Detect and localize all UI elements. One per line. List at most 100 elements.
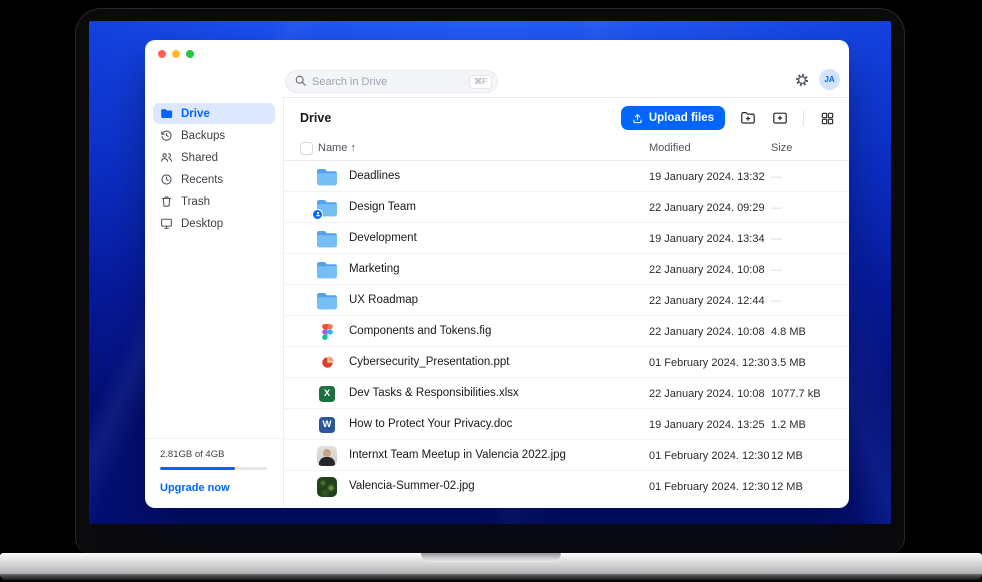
table-row[interactable]: X Dev Tasks & Responsibilities.xlsx 22 J… xyxy=(284,377,849,408)
shared-badge-icon xyxy=(312,209,323,220)
row-size: 12 MB xyxy=(771,450,803,462)
sidebar-item-desktop[interactable]: Desktop xyxy=(153,213,275,234)
image-nature-icon xyxy=(315,471,339,502)
table-row[interactable]: Marketing 22 January 2024. 10:08 — xyxy=(284,253,849,284)
laptop-base xyxy=(0,553,982,574)
page-title: Drive xyxy=(300,111,331,125)
upload-icon xyxy=(632,113,643,124)
row-size: — xyxy=(771,202,782,214)
grid-view-button[interactable] xyxy=(818,109,836,127)
upgrade-link[interactable]: Upgrade now xyxy=(160,482,267,494)
upload-files-button[interactable]: Upload files xyxy=(621,106,725,130)
row-name: UX Roadmap xyxy=(349,294,418,306)
table-row[interactable]: Development 19 January 2024. 13:34 — xyxy=(284,222,849,253)
row-name: How to Protect Your Privacy.doc xyxy=(349,418,512,430)
sidebar-item-drive[interactable]: Drive xyxy=(153,103,275,124)
sidebar-item-label: Recents xyxy=(181,174,223,186)
row-name: Components and Tokens.fig xyxy=(349,325,491,337)
file-table-rows: Deadlines 19 January 2024. 13:32 — Desig… xyxy=(284,160,849,501)
figma-icon xyxy=(315,316,339,347)
row-name: Cybersecurity_Presentation.ppt xyxy=(349,356,509,368)
table-row[interactable]: Internxt Team Meetup in Valencia 2022.jp… xyxy=(284,439,849,470)
row-name: Design Team xyxy=(349,201,416,213)
gear-icon xyxy=(794,72,810,88)
storage-usage-label: 2.81GB of 4GB xyxy=(160,449,267,460)
close-button[interactable] xyxy=(158,50,166,58)
sidebar-item-label: Trash xyxy=(181,196,210,208)
row-modified-date: 22 January 2024. 12:44 xyxy=(649,295,765,307)
powerpoint-icon xyxy=(315,347,339,378)
upload-files-label: Upload files xyxy=(649,112,714,124)
excel-icon: X xyxy=(315,378,339,409)
sidebar-item-label: Desktop xyxy=(181,218,223,230)
row-size: — xyxy=(771,295,782,307)
search-input[interactable]: Search in Drive ⌘F xyxy=(285,70,498,93)
table-row[interactable]: Deadlines 19 January 2024. 13:32 — xyxy=(284,160,849,191)
row-modified-date: 19 January 2024. 13:34 xyxy=(649,233,765,245)
image-person-icon xyxy=(315,440,339,471)
window-controls xyxy=(158,50,194,58)
row-modified-date: 01 February 2024. 12:30 xyxy=(649,357,769,369)
clock-restore-icon xyxy=(160,129,173,142)
monitor-icon xyxy=(160,217,173,230)
table-row[interactable]: Components and Tokens.fig 22 January 202… xyxy=(284,315,849,346)
laptop-base-edge xyxy=(0,574,982,580)
table-row[interactable]: Cybersecurity_Presentation.ppt 01 Februa… xyxy=(284,346,849,377)
sidebar-item-shared[interactable]: Shared xyxy=(153,147,275,168)
table-row[interactable]: Design Team 22 January 2024. 09:29 — xyxy=(284,191,849,222)
sidebar-item-label: Drive xyxy=(181,108,210,120)
row-modified-date: 22 January 2024. 10:08 xyxy=(649,388,765,400)
sidebar-item-trash[interactable]: Trash xyxy=(153,191,275,212)
row-name: Marketing xyxy=(349,263,400,275)
row-size: — xyxy=(771,233,782,245)
row-size: 4.8 MB xyxy=(771,326,806,338)
folder-icon xyxy=(160,107,173,120)
column-header-modified[interactable]: Modified xyxy=(649,142,691,154)
storage-progress-fill xyxy=(160,467,235,470)
row-modified-date: 01 February 2024. 12:30 xyxy=(649,481,769,493)
folder-plus-icon xyxy=(740,110,756,126)
folder-icon xyxy=(315,254,339,285)
folder-icon xyxy=(315,285,339,316)
sidebar-item-recents[interactable]: Recents xyxy=(153,169,275,190)
drive-content: Drive Upload files xyxy=(283,97,849,508)
table-row[interactable]: Valencia-Summer-02.jpg 01 February 2024.… xyxy=(284,470,849,501)
row-modified-date: 22 January 2024. 10:08 xyxy=(649,326,765,338)
users-icon xyxy=(160,151,173,164)
internxt-drive-window: INTERNXT Search in Drive ⌘F JA Drive xyxy=(145,40,849,508)
folder-shared-icon xyxy=(315,192,339,223)
zoom-button[interactable] xyxy=(186,50,194,58)
table-row[interactable]: W How to Protect Your Privacy.doc 19 Jan… xyxy=(284,408,849,439)
select-all-checkbox[interactable] xyxy=(300,142,313,155)
minimize-button[interactable] xyxy=(172,50,180,58)
row-name: Development xyxy=(349,232,417,244)
row-name: Internxt Team Meetup in Valencia 2022.jp… xyxy=(349,449,566,461)
row-modified-date: 22 January 2024. 10:08 xyxy=(649,264,765,276)
upload-folder-button[interactable] xyxy=(739,109,757,127)
sidebar-item-backups[interactable]: Backups xyxy=(153,125,275,146)
table-row[interactable]: UX Roadmap 22 January 2024. 12:44 — xyxy=(284,284,849,315)
clock-icon xyxy=(160,173,173,186)
settings-button[interactable] xyxy=(791,69,813,91)
row-name: Valencia-Summer-02.jpg xyxy=(349,480,475,492)
laptop-lid-notch xyxy=(421,553,561,562)
search-shortcut-badge: ⌘F xyxy=(469,75,492,89)
row-modified-date: 22 January 2024. 09:29 xyxy=(649,202,765,214)
create-folder-button[interactable] xyxy=(771,109,789,127)
laptop-mockup: INTERNXT Search in Drive ⌘F JA Drive xyxy=(0,0,982,582)
word-icon: W xyxy=(315,409,339,440)
search-icon xyxy=(295,73,306,91)
row-size: 1.2 MB xyxy=(771,419,806,431)
sidebar-item-label: Backups xyxy=(181,130,225,142)
column-header-name[interactable]: Name ↑ xyxy=(318,142,356,154)
storage-section: 2.81GB of 4GB Upgrade now xyxy=(145,438,282,508)
column-header-size[interactable]: Size xyxy=(771,142,792,154)
folder-icon xyxy=(315,223,339,254)
trash-icon xyxy=(160,195,173,208)
row-name: Dev Tasks & Responsibilities.xlsx xyxy=(349,387,519,399)
content-header: Drive Upload files xyxy=(284,98,849,138)
avatar[interactable]: JA xyxy=(819,69,840,90)
sidebar-item-label: Shared xyxy=(181,152,218,164)
row-size: 3.5 MB xyxy=(771,357,806,369)
row-size: — xyxy=(771,171,782,183)
